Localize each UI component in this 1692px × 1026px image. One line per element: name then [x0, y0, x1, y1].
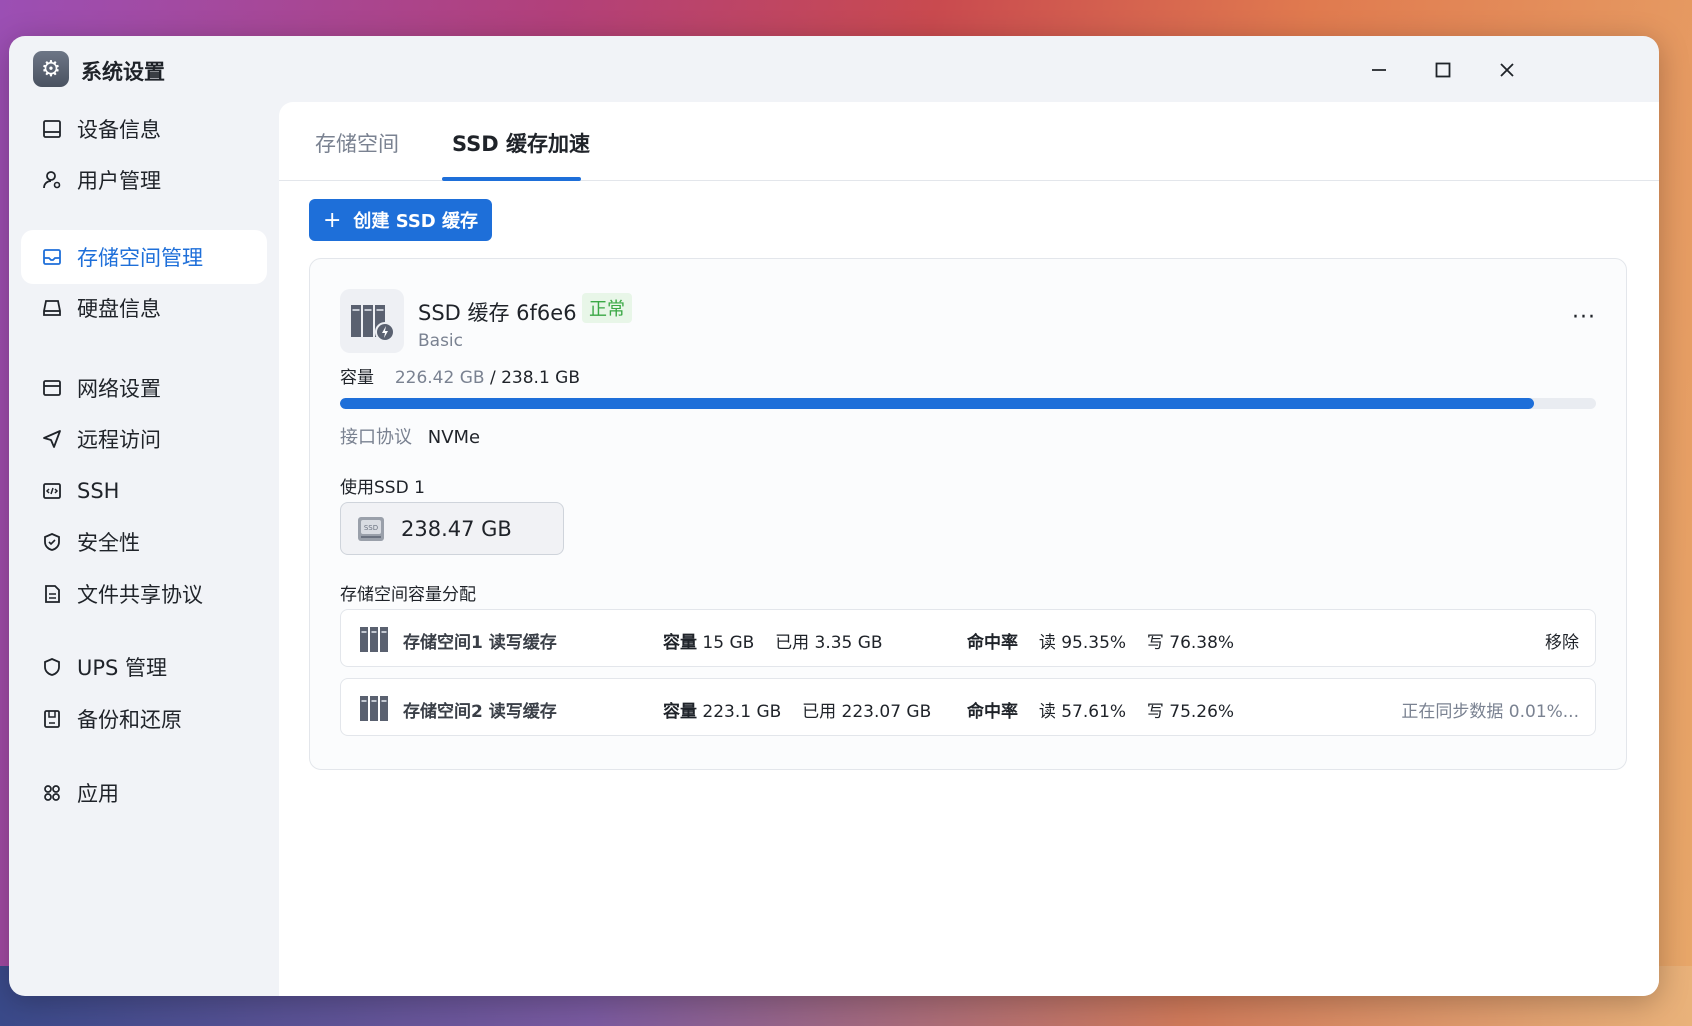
capacity-row: 容量 226.42 GB / 238.1 GB	[340, 363, 580, 388]
allocation-row: 存储空间1 读写缓存 容量 15 GB 已用 3.35 GB 命中率 读 95.…	[340, 609, 1596, 667]
allocation-label: 存储空间容量分配	[340, 585, 476, 605]
tab-storage-space[interactable]: 存储空间	[315, 128, 399, 180]
sidebar-item-ups[interactable]: UPS 管理	[21, 640, 267, 694]
network-icon	[41, 377, 63, 399]
sidebar-item-label: 存储空间管理	[77, 246, 203, 270]
code-icon	[41, 480, 63, 502]
close-button[interactable]	[1489, 52, 1525, 88]
allocation-capacity: 容量 15 GB 已用 3.35 GB	[663, 633, 883, 653]
sidebar-item-ssh[interactable]: SSH	[21, 464, 267, 518]
capacity-used: 226.42 GB	[394, 368, 485, 388]
create-ssd-cache-button[interactable]: + 创建 SSD 缓存	[309, 199, 492, 241]
main-content: 存储空间 SSD 缓存加速 + 创建 SSD 缓存 SSD 缓存 6f6e6 正…	[279, 102, 1659, 996]
user-gear-icon	[41, 169, 63, 191]
file-icon	[41, 583, 63, 605]
capacity-progress-bar	[340, 398, 1596, 409]
interface-label: 接口协议	[340, 427, 412, 448]
status-badge: 正常	[582, 293, 632, 323]
allocation-capacity: 容量 223.1 GB 已用 223.07 GB	[663, 702, 932, 722]
svg-text:SSD: SSD	[364, 524, 378, 532]
capacity-label: 容量	[340, 368, 374, 388]
sidebar-item-backup[interactable]: 备份和还原	[21, 692, 267, 746]
sidebar-item-label: 用户管理	[77, 169, 161, 193]
remove-button[interactable]: 移除	[1545, 628, 1579, 653]
sidebar-item-remote-access[interactable]: 远程访问	[21, 412, 267, 466]
tab-ssd-cache[interactable]: SSD 缓存加速	[452, 128, 590, 180]
sidebar-item-file-sharing[interactable]: 文件共享协议	[21, 567, 267, 621]
allocation-name: 存储空间1 读写缓存	[403, 633, 557, 653]
storage-pool-icon	[360, 696, 388, 721]
sync-status: 正在同步数据 0.01%...	[1401, 702, 1579, 722]
settings-window: ⚙ 系统设置 设备信息 用户管理 存储空间管理 硬盘信息 网络设置 远程访问 S…	[9, 36, 1659, 996]
ssd-size: 238.47 GB	[401, 516, 512, 541]
active-tab-indicator	[442, 177, 581, 181]
close-icon	[1500, 63, 1514, 77]
ssd-drive-box[interactable]: SSD 238.47 GB	[340, 502, 564, 555]
sidebar-item-apps[interactable]: 应用	[21, 766, 267, 820]
window-title: 系统设置	[81, 60, 165, 84]
sidebar-item-label: UPS 管理	[77, 656, 168, 680]
sidebar-item-label: 设备信息	[77, 118, 161, 142]
maximize-button[interactable]	[1425, 52, 1461, 88]
sidebar: 设备信息 用户管理 存储空间管理 硬盘信息 网络设置 远程访问 SSH 安全性	[9, 102, 279, 996]
more-options-button[interactable]: ···	[1572, 305, 1596, 330]
cache-title: SSD 缓存 6f6e6	[418, 301, 577, 325]
capacity-total: 238.1 GB	[501, 368, 581, 388]
interface-value: NVMe	[427, 427, 481, 448]
storage-pool-icon	[360, 627, 388, 652]
title-bar: ⚙ 系统设置	[9, 36, 1659, 102]
used-ssd-label: 使用SSD 1	[340, 478, 425, 498]
sidebar-item-label: 网络设置	[77, 377, 161, 401]
sidebar-item-label: 硬盘信息	[77, 297, 161, 321]
sidebar-item-label: 安全性	[77, 531, 140, 555]
ssd-icon: SSD	[358, 516, 384, 541]
monitor-icon	[41, 118, 63, 140]
minimize-button[interactable]	[1361, 52, 1397, 88]
plus-icon: +	[322, 207, 342, 233]
sidebar-item-label: 远程访问	[77, 428, 161, 452]
shield-icon	[41, 656, 63, 678]
allocation-name: 存储空间2 读写缓存	[403, 702, 557, 722]
sidebar-item-label: 文件共享协议	[77, 583, 203, 607]
storage-icon	[41, 246, 63, 268]
tab-bar: 存储空间 SSD 缓存加速	[279, 102, 1659, 181]
send-icon	[41, 428, 63, 450]
maximize-icon	[1435, 62, 1451, 78]
sidebar-item-label: 备份和还原	[77, 708, 182, 732]
interface-row: 接口协议 NVMe	[340, 423, 480, 449]
ssd-cache-icon	[340, 289, 404, 353]
shield-check-icon	[41, 531, 63, 553]
gear-icon: ⚙	[33, 51, 69, 87]
sidebar-item-user-management[interactable]: 用户管理	[21, 153, 267, 207]
sidebar-item-disk-info[interactable]: 硬盘信息	[21, 281, 267, 335]
sidebar-item-storage-management[interactable]: 存储空间管理	[21, 230, 267, 284]
sidebar-item-label: 应用	[77, 782, 119, 806]
capacity-separator: /	[489, 368, 502, 388]
ssd-cache-card: SSD 缓存 6f6e6 正常 Basic ··· 容量 226.42 GB /…	[309, 258, 1627, 770]
allocation-hit-rate: 命中率 读 57.61% 写 75.26%	[967, 702, 1235, 722]
minimize-icon	[1372, 69, 1386, 71]
create-ssd-cache-label: 创建 SSD 缓存	[353, 211, 479, 232]
sidebar-item-device-info[interactable]: 设备信息	[21, 102, 267, 156]
backup-icon	[41, 708, 63, 730]
disk-icon	[41, 297, 63, 319]
allocation-hit-rate: 命中率 读 95.35% 写 76.38%	[967, 633, 1235, 653]
sidebar-item-network-settings[interactable]: 网络设置	[21, 361, 267, 415]
apps-icon	[41, 782, 63, 804]
capacity-progress-fill	[340, 398, 1535, 409]
cache-type: Basic	[418, 331, 464, 351]
sidebar-item-label: SSH	[77, 479, 120, 503]
sidebar-item-security[interactable]: 安全性	[21, 515, 267, 569]
allocation-row: 存储空间2 读写缓存 容量 223.1 GB 已用 223.07 GB 命中率 …	[340, 678, 1596, 736]
